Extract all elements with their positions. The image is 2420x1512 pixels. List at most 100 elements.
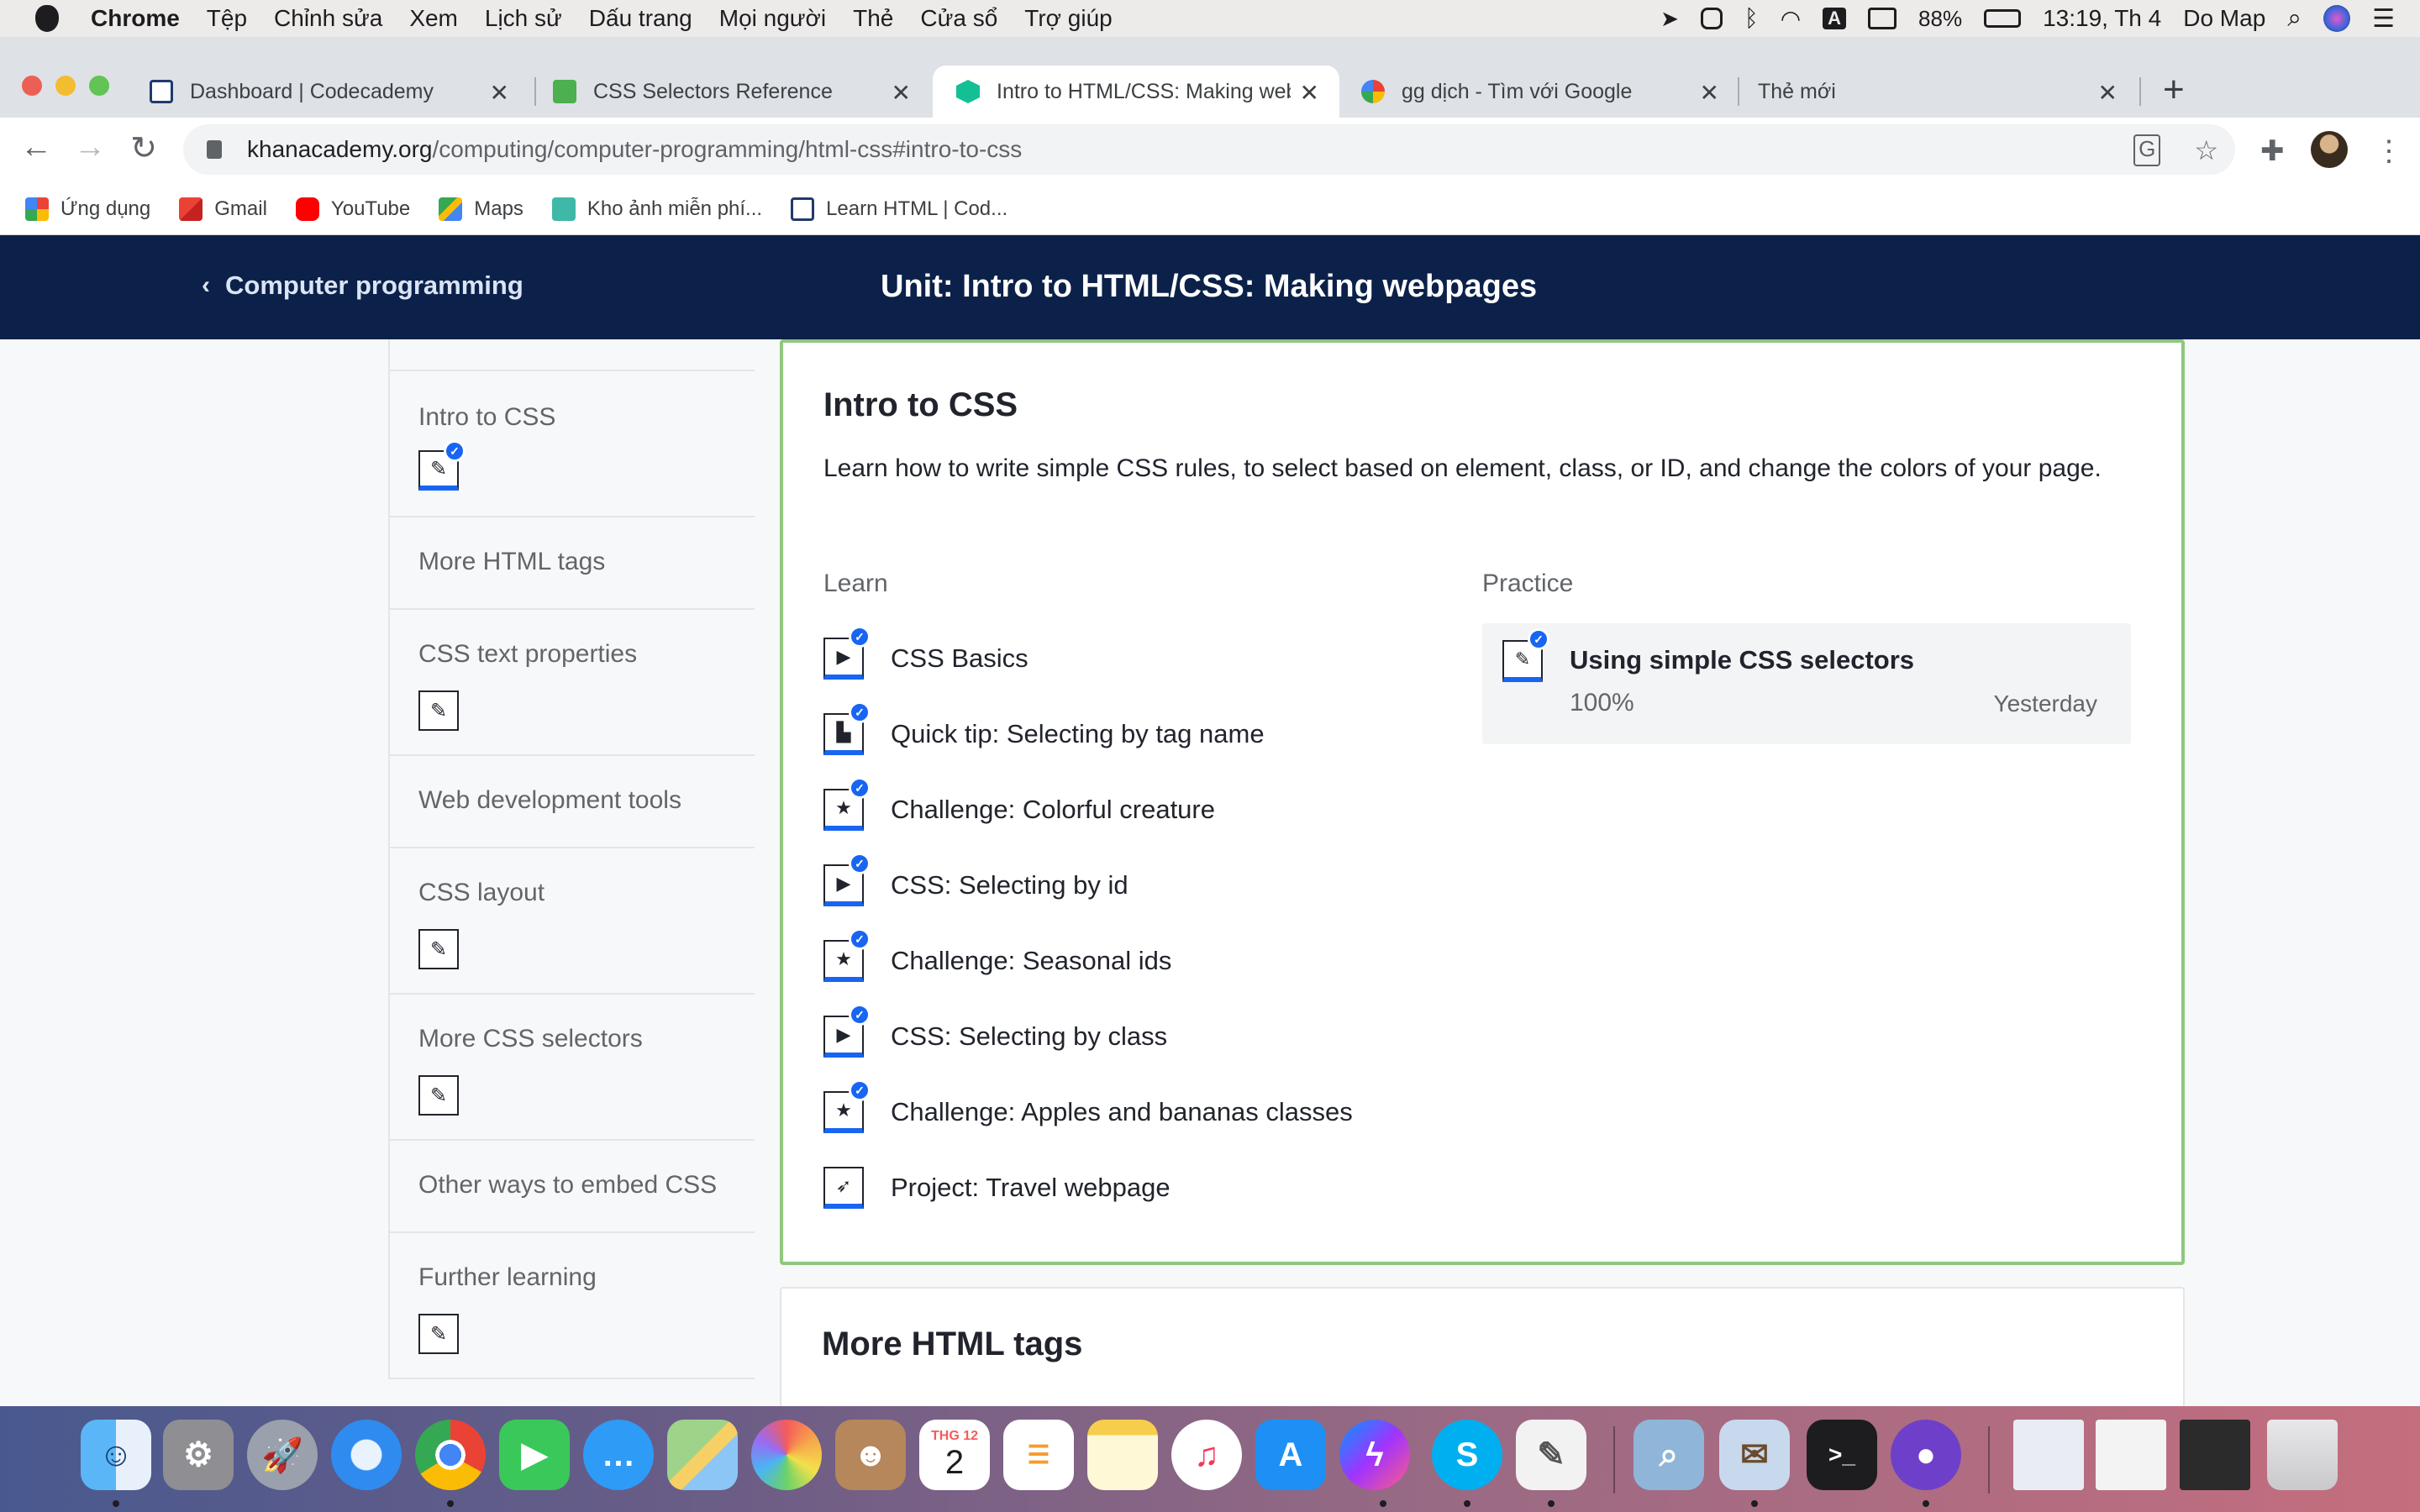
bookmark-free-images[interactable]: Kho ảnh miễn phí... <box>551 197 762 221</box>
forward-arrow-icon[interactable]: → <box>71 129 109 165</box>
clock[interactable]: 13:19, Th 4 <box>2043 5 2161 32</box>
bookmark-star-icon[interactable]: ☆ <box>2194 134 2218 166</box>
translate-icon[interactable]: G <box>2133 134 2161 166</box>
messenger-icon[interactable]: ϟ <box>1339 1420 1410 1490</box>
spotlight-search-icon[interactable]: ⌕ <box>2287 4 2302 33</box>
github-icon[interactable]: ● <box>1891 1420 1961 1490</box>
tab-css-selectors-reference[interactable]: CSS Selectors Reference ✕ <box>529 66 931 118</box>
bookmark-apps[interactable]: Ứng dụng <box>25 197 150 221</box>
photos-icon[interactable] <box>751 1420 822 1490</box>
window-thumb-icon[interactable] <box>2096 1420 2166 1490</box>
sidebar-item-css-layout[interactable]: CSS layout ✎ <box>390 847 755 993</box>
notes-icon[interactable] <box>1087 1420 1158 1490</box>
address-bar[interactable]: khanacademy.org/computing/computer-progr… <box>183 124 2235 175</box>
window-minimize-button[interactable] <box>55 76 76 96</box>
battery-icon[interactable] <box>1984 9 2022 28</box>
tab-new-tab[interactable]: Thẻ mới ✕ <box>1734 66 2138 118</box>
input-source-icon[interactable]: A <box>1823 8 1847 29</box>
calendar-icon[interactable]: THG 12 2 <box>919 1420 990 1490</box>
window-close-button[interactable] <box>22 76 42 96</box>
sidebar-item-css-text-properties[interactable]: CSS text properties ✎ <box>390 608 755 754</box>
skype-icon[interactable]: S <box>1432 1420 1502 1490</box>
practice-item[interactable]: ✎ ✓ Using simple CSS selectors 100% Yeste… <box>1482 623 2131 744</box>
bookmark-maps[interactable]: Maps <box>439 197 523 221</box>
lesson-item[interactable]: ★ ✓ Challenge: Colorful creature <box>823 777 1215 835</box>
user-name[interactable]: Do Map <box>2183 5 2265 32</box>
menu-people[interactable]: Mọi người <box>719 5 826 32</box>
lesson-item[interactable]: ▶ ✓ CSS: Selecting by id <box>823 853 1128 911</box>
reload-icon[interactable]: ↻ <box>124 129 163 167</box>
close-tab-icon[interactable]: ✕ <box>892 79 911 107</box>
lesson-item[interactable]: ➶ Project: Travel webpage <box>823 1163 1171 1213</box>
macos-dock: ☺ ⚙ 🚀 ▶ … ☻ THG 12 2 ☰ ♫ A ϟ S ✎ ⌕ ✉ >_ … <box>0 1406 2420 1512</box>
window-thumb-icon[interactable] <box>2180 1420 2250 1490</box>
launchpad-icon[interactable]: 🚀 <box>247 1420 318 1490</box>
terminal-icon[interactable]: >_ <box>1807 1420 1877 1490</box>
sidebar-item-more-html-tags[interactable]: More HTML tags <box>390 516 755 608</box>
textedit-icon[interactable]: ✎ <box>1516 1420 1586 1490</box>
menu-view[interactable]: Xem <box>409 5 458 32</box>
lesson-label: Challenge: Seasonal ids <box>891 946 1172 975</box>
display-icon[interactable] <box>1868 8 1897 29</box>
lesson-item[interactable]: ▶ ✓ CSS Basics <box>823 626 1028 684</box>
facetime-icon[interactable]: ▶ <box>499 1420 570 1490</box>
tab-codecademy-dashboard[interactable]: Dashboard | Codecademy ✕ <box>126 66 529 118</box>
extensions-puzzle-icon[interactable]: ✚ <box>2260 134 2285 168</box>
bookmark-gmail[interactable]: Gmail <box>179 197 267 221</box>
lock-icon[interactable] <box>207 140 222 159</box>
safari-icon[interactable] <box>331 1420 402 1490</box>
trash-icon[interactable] <box>2267 1420 2338 1490</box>
location-arrow-icon[interactable]: ➤ <box>1660 6 1679 32</box>
chrome-menu-icon[interactable]: ⋮ <box>2375 134 2403 168</box>
avatar[interactable] <box>2311 131 2348 168</box>
sidebar-item-other-ways-to-embed-css[interactable]: Other ways to embed CSS <box>390 1139 755 1231</box>
maps-icon[interactable] <box>667 1420 738 1490</box>
menu-help[interactable]: Trợ giúp <box>1024 5 1112 32</box>
apple-icon[interactable] <box>35 5 59 32</box>
sidebar-item-web-development-tools[interactable]: Web development tools <box>390 754 755 847</box>
lesson-item[interactable]: ▙ ✓ Quick tip: Selecting by tag name <box>823 701 1265 759</box>
menu-file[interactable]: Tệp <box>207 5 247 32</box>
contacts-icon[interactable]: ☻ <box>835 1420 906 1490</box>
menu-bookmarks[interactable]: Dấu trang <box>589 5 692 32</box>
window-zoom-button[interactable] <box>89 76 109 96</box>
back-arrow-icon[interactable]: ← <box>17 129 55 165</box>
music-icon[interactable]: ♫ <box>1171 1420 1242 1490</box>
close-tab-icon[interactable]: ✕ <box>2098 79 2118 107</box>
lesson-item[interactable]: ▶ ✓ CSS: Selecting by class <box>823 1004 1167 1062</box>
screen-time-icon[interactable] <box>1700 8 1723 29</box>
sidebar-item-further-learning[interactable]: Further learning ✎ <box>390 1231 755 1379</box>
notification-center-icon[interactable]: ☰ <box>2372 4 2395 34</box>
finder-icon[interactable]: ☺ <box>81 1420 151 1490</box>
new-tab-button[interactable]: + <box>2163 69 2185 111</box>
tab-google-translate-search[interactable]: gg dịch - Tìm với Google ✕ <box>1338 66 1739 118</box>
back-to-course-link[interactable]: ‹ Computer programming <box>202 270 523 301</box>
menu-app-name[interactable]: Chrome <box>91 5 180 32</box>
reminders-icon[interactable]: ☰ <box>1003 1420 1074 1490</box>
window-thumb-icon[interactable] <box>2013 1420 2084 1490</box>
app-store-icon[interactable]: A <box>1255 1420 1326 1490</box>
close-tab-icon[interactable]: ✕ <box>1700 79 1719 107</box>
close-tab-icon[interactable]: ✕ <box>1300 79 1319 107</box>
menu-edit[interactable]: Chỉnh sửa <box>274 5 382 32</box>
bookmark-learn-html[interactable]: Learn HTML | Cod... <box>791 197 1007 221</box>
lesson-item[interactable]: ★ ✓ Challenge: Apples and bananas classes <box>823 1079 1353 1137</box>
bookmark-youtube[interactable]: YouTube <box>295 197 410 221</box>
lesson-item[interactable]: ★ ✓ Challenge: Seasonal ids <box>823 928 1172 986</box>
mail-icon[interactable]: ✉ <box>1719 1420 1790 1490</box>
siri-icon[interactable] <box>2323 5 2351 32</box>
menu-window[interactable]: Cửa sổ <box>920 5 997 32</box>
wifi-icon[interactable]: ◠ <box>1781 5 1801 33</box>
menu-tab[interactable]: Thẻ <box>853 5 893 32</box>
system-preferences-icon[interactable]: ⚙ <box>163 1420 234 1490</box>
pencil-icon: ✎ ✓ <box>418 440 466 491</box>
messages-icon[interactable]: … <box>583 1420 654 1490</box>
preview-icon[interactable]: ⌕ <box>1634 1420 1704 1490</box>
tab-khan-academy-active[interactable]: Intro to HTML/CSS: Making web ✕ <box>933 66 1339 118</box>
bluetooth-icon[interactable]: ᛒ <box>1744 5 1759 32</box>
close-tab-icon[interactable]: ✕ <box>490 79 509 107</box>
menu-history[interactable]: Lịch sử <box>485 5 562 32</box>
sidebar-item-more-css-selectors[interactable]: More CSS selectors ✎ <box>390 993 755 1139</box>
sidebar-item-intro-to-css[interactable]: Intro to CSS ✎ ✓ <box>390 370 755 516</box>
chrome-icon[interactable] <box>415 1420 486 1490</box>
